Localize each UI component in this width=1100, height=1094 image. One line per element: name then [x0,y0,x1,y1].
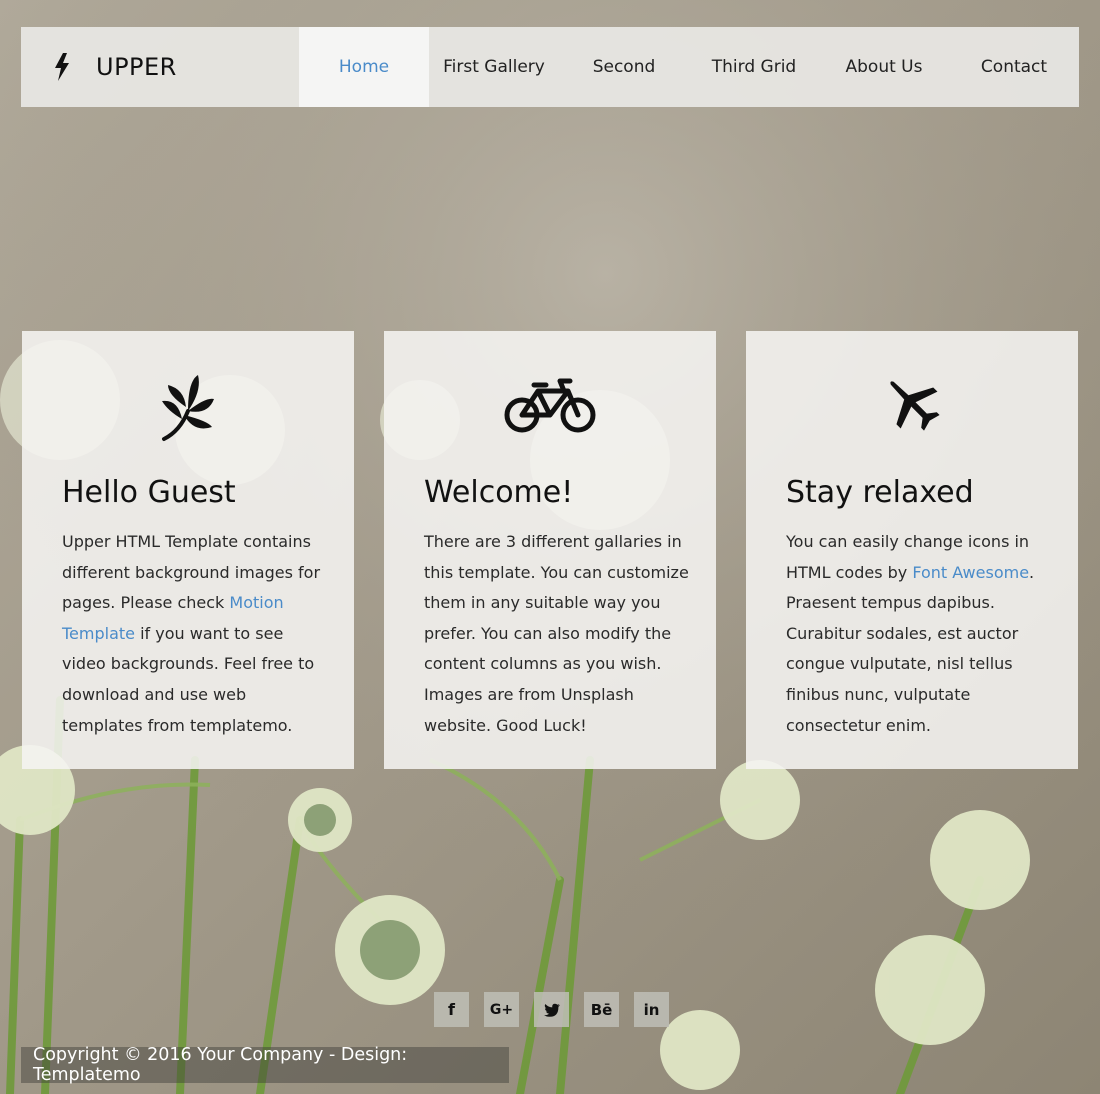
footer-copyright: Copyright © 2016 Your Company - Design: … [21,1045,509,1085]
nav-item-second[interactable]: Second [559,27,689,107]
facebook-icon[interactable]: f [434,992,469,1027]
card-text: There are 3 different gallaries in this … [424,532,689,735]
linkedin-icon[interactable]: in [634,992,669,1027]
card-title: Hello Guest [62,475,236,510]
card-text: You can easily change icons in HTML code… [786,532,1035,735]
google-plus-icon[interactable]: G+ [484,992,519,1027]
nav-item-about-us[interactable]: About Us [819,27,949,107]
plane-icon [746,371,1078,451]
social-links: f G+ Bē in [434,992,669,1027]
card-title: Welcome! [424,475,574,510]
bolt-icon [53,53,73,81]
top-navbar: UPPER Home First Gallery Second Third Gr… [21,27,1079,107]
brand[interactable]: UPPER [21,27,299,107]
font-awesome-link[interactable]: Font Awesome [912,563,1029,582]
nav-item-third-grid[interactable]: Third Grid [689,27,819,107]
nav-item-contact[interactable]: Contact [949,27,1079,107]
nav-item-first-gallery[interactable]: First Gallery [429,27,559,107]
nav-item-home[interactable]: Home [299,27,429,107]
main-nav: Home First Gallery Second Third Grid Abo… [299,27,1079,107]
bicycle-icon [384,371,716,451]
card-welcome: Welcome! There are 3 different gallaries… [384,331,716,769]
leaf-icon [22,371,354,451]
card-hello-guest: Hello Guest Upper HTML Template contains… [22,331,354,769]
copyright-text: Copyright © 2016 Your Company - Design: … [33,1045,408,1085]
card-stay-relaxed: Stay relaxed You can easily change icons… [746,331,1078,769]
behance-icon[interactable]: Bē [584,992,619,1027]
card-title: Stay relaxed [786,475,974,510]
card-text: Upper HTML Template contains different b… [62,532,321,735]
twitter-icon[interactable] [534,992,569,1027]
brand-name: UPPER [96,53,177,81]
